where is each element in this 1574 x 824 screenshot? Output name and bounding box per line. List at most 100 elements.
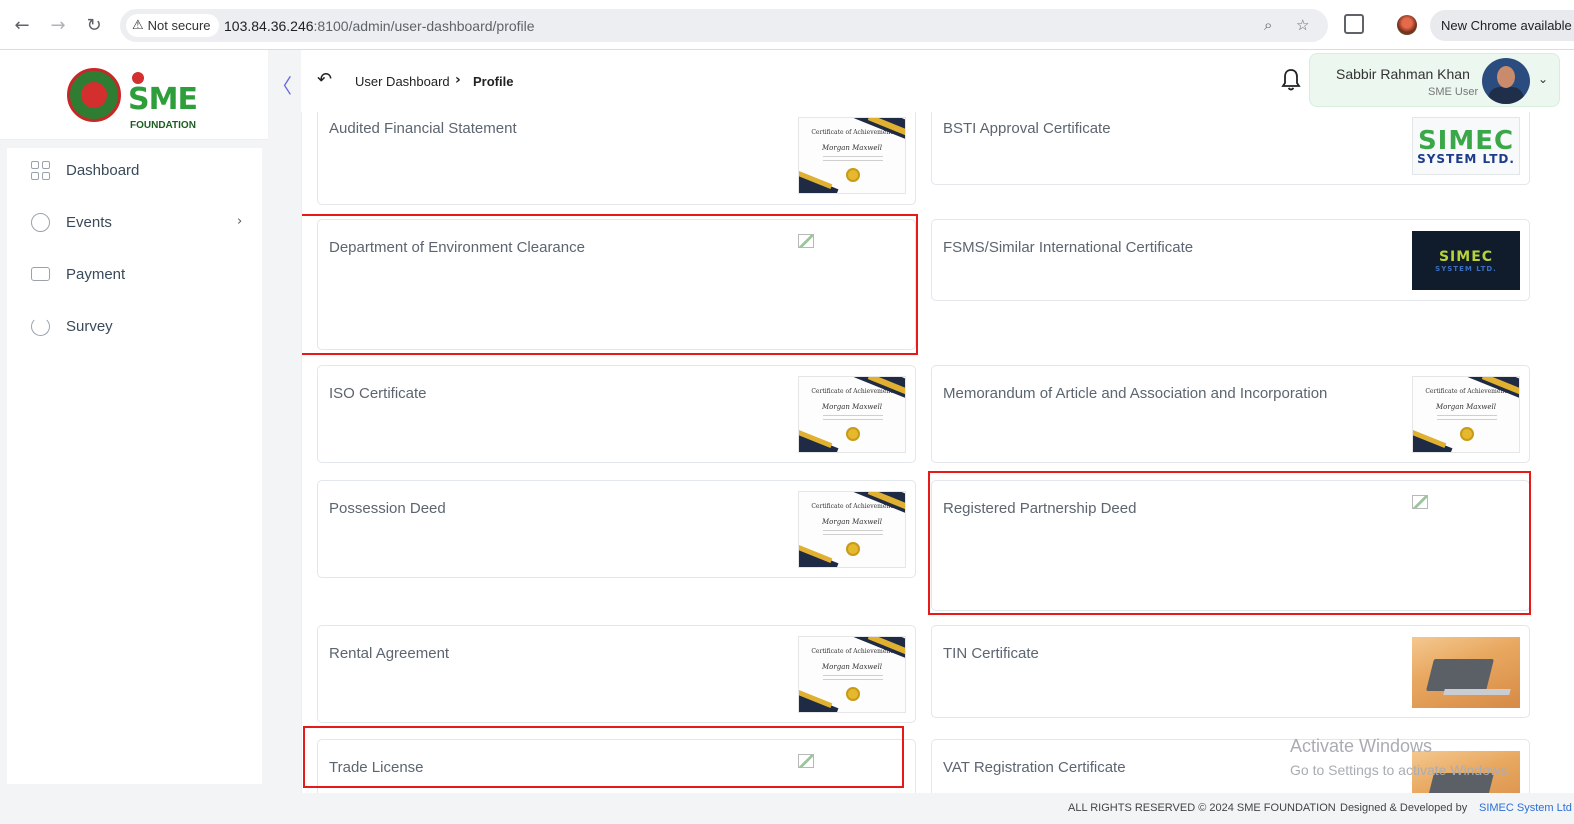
browser-toolbar: ← → ↻ ⚠ Not secure 103.84.36.246:8100/ad… — [0, 0, 1574, 50]
document-title: Trade License — [329, 759, 424, 776]
simec-logo-thumbnail[interactable]: SIMEC SYSTEM LTD. — [1412, 117, 1520, 175]
warning-triangle-icon: ⚠ — [132, 18, 144, 33]
document-title: TIN Certificate — [943, 645, 1039, 662]
copyright-text: ALL RIGHTS RESERVED © 2024 SME FOUNDATIO… — [1068, 802, 1336, 814]
sidebar-item-payment[interactable]: Payment — [7, 254, 262, 294]
thumbnail-caption: Certificate of Achievement — [811, 129, 893, 136]
document-card: Department of Environment Clearance — [317, 219, 916, 350]
broken-image-icon[interactable] — [798, 234, 814, 248]
simec-logo-dark-thumbnail[interactable]: SIMEC SYSTEM LTD. — [1412, 231, 1520, 290]
url-host: 103.84.36.246 — [224, 18, 314, 34]
activation-watermark-title: Activate Windows — [1290, 736, 1433, 756]
sidebar: Dashboard Events › Payment Survey — [7, 148, 262, 784]
logo-text: SME — [128, 82, 198, 117]
document-title: Department of Environment Clearance — [329, 239, 585, 256]
broken-image-icon[interactable] — [798, 754, 814, 768]
sidebar-collapse-icon[interactable]: 〈 — [272, 70, 292, 99]
sidebar-item-label: Dashboard — [66, 162, 140, 179]
forward-arrow-icon[interactable]: → — [46, 13, 70, 37]
thumbnail-caption: Certificate of Achievement — [811, 503, 893, 510]
document-card: FSMS/Similar International Certificate S… — [931, 219, 1530, 301]
document-title: FSMS/Similar International Certificate — [943, 239, 1194, 256]
logo-subtext: FOUNDATION — [130, 120, 196, 131]
chevron-down-icon[interactable]: ⌄ — [1538, 72, 1548, 86]
notification-bell-icon[interactable] — [1281, 68, 1301, 92]
avatar — [1482, 58, 1530, 104]
sidebar-item-survey[interactable]: Survey — [7, 306, 262, 346]
user-profile-menu[interactable]: Sabbir Rahman Khan SME User ⌄ — [1309, 53, 1560, 107]
document-card: Rental Agreement Certificate of Achievem… — [317, 625, 916, 723]
survey-chart-icon — [31, 317, 50, 336]
bookmark-star-icon[interactable]: ☆ — [1296, 16, 1309, 34]
document-card: Audited Financial Statement Certificate … — [317, 112, 916, 205]
sidebar-item-label: Events — [66, 214, 112, 231]
back-arrow-icon[interactable]: ← — [10, 13, 34, 37]
document-card: Trade License — [317, 739, 916, 793]
chevron-right-icon[interactable]: › — [237, 214, 242, 229]
developer-link[interactable]: SIMEC System Ltd — [1479, 802, 1572, 814]
certificate-thumbnail[interactable]: Certificate of Achievement Morgan Maxwel… — [798, 636, 906, 713]
thumbnail-name: Morgan Maxwell — [821, 144, 883, 152]
developer-credit: Designed & Developed by — [1340, 802, 1468, 814]
thumbnail-name: Morgan Maxwell — [1435, 403, 1497, 411]
back-icon[interactable]: ↶ — [317, 69, 332, 90]
document-card: TIN Certificate — [931, 625, 1530, 718]
document-title: Rental Agreement — [329, 645, 450, 662]
zoom-icon[interactable]: ⌕ — [1264, 16, 1272, 34]
breadcrumb-chevron-icon: › — [455, 72, 461, 88]
government-emblem-icon — [67, 68, 121, 122]
thumbnail-caption: Certificate of Achievement — [1425, 388, 1507, 395]
document-card: Possession Deed Certificate of Achieveme… — [317, 480, 916, 578]
security-label: Not secure — [147, 18, 211, 33]
user-role: SME User — [1428, 86, 1479, 98]
sidebar-item-dashboard[interactable]: Dashboard — [7, 150, 262, 190]
security-indicator[interactable]: ⚠ Not secure — [126, 14, 219, 37]
extensions-icon[interactable] — [1344, 14, 1364, 34]
document-card: BSTI Approval Certificate SIMEC SYSTEM L… — [931, 112, 1530, 185]
reload-icon[interactable]: ↻ — [82, 13, 106, 37]
document-card: Memorandum of Article and Association an… — [931, 365, 1530, 463]
url-text[interactable]: 103.84.36.246:8100/admin/user-dashboard/… — [224, 18, 535, 34]
document-title: Memorandum of Article and Association an… — [943, 385, 1328, 402]
thumbnail-caption: Certificate of Achievement — [811, 648, 893, 655]
certificate-thumbnail[interactable]: Certificate of Achievement Morgan Maxwel… — [798, 491, 906, 568]
grid-icon — [31, 161, 50, 180]
browser-profile-avatar[interactable] — [1397, 15, 1417, 35]
thumbnail-name: Morgan Maxwell — [821, 518, 883, 526]
document-title: Registered Partnership Deed — [943, 500, 1137, 517]
document-title: ISO Certificate — [329, 385, 427, 402]
document-card: Registered Partnership Deed — [931, 480, 1530, 611]
broken-image-icon[interactable] — [1412, 495, 1428, 509]
activation-watermark-text: Go to Settings to activate Windows. — [1290, 762, 1511, 778]
thumbnail-name: Morgan Maxwell — [821, 663, 883, 671]
profile-documents-panel: Audited Financial Statement Certificate … — [301, 112, 1574, 793]
document-card: ISO Certificate Certificate of Achieveme… — [317, 365, 916, 463]
sidebar-item-label: Payment — [66, 266, 126, 283]
document-title: VAT Registration Certificate — [943, 759, 1126, 776]
breadcrumb-parent[interactable]: User Dashboard — [355, 74, 450, 89]
top-header: ↶ User Dashboard › Profile Sabbir Rahman… — [301, 50, 1574, 112]
certificate-thumbnail[interactable]: Certificate of Achievement Morgan Maxwel… — [1412, 376, 1520, 453]
thumbnail-name: Morgan Maxwell — [821, 403, 883, 411]
payment-card-icon — [31, 267, 50, 281]
url-path: :8100/admin/user-dashboard/profile — [313, 18, 535, 34]
thumbnail-logo-sub: SYSTEM LTD. — [1435, 264, 1497, 273]
thumbnail-logo-word: SIMEC — [1438, 248, 1494, 265]
thumbnail-caption: Certificate of Achievement — [811, 388, 893, 395]
thumbnail-logo-sub: SYSTEM LTD. — [1417, 152, 1515, 166]
certificate-thumbnail[interactable]: Certificate of Achievement Morgan Maxwel… — [798, 376, 906, 453]
address-bar[interactable]: ⚠ Not secure 103.84.36.246:8100/admin/us… — [120, 9, 1328, 42]
breadcrumb-current: Profile — [473, 74, 514, 89]
document-title: Audited Financial Statement — [329, 120, 517, 137]
events-icon — [31, 213, 50, 232]
certificate-thumbnail[interactable]: Certificate of Achievement Morgan Maxwel… — [798, 117, 906, 194]
sidebar-item-label: Survey — [66, 318, 113, 335]
brand-logo-area: SME FOUNDATION — [0, 50, 268, 140]
chrome-update-button[interactable]: New Chrome available — [1430, 10, 1574, 41]
page-footer: ALL RIGHTS RESERVED © 2024 SME FOUNDATIO… — [0, 795, 1574, 824]
user-name: Sabbir Rahman Khan — [1336, 66, 1470, 82]
document-title: Possession Deed — [329, 500, 446, 517]
laptop-photo-thumbnail[interactable] — [1412, 637, 1520, 708]
document-title: BSTI Approval Certificate — [943, 120, 1111, 137]
sidebar-item-events[interactable]: Events › — [7, 202, 262, 242]
